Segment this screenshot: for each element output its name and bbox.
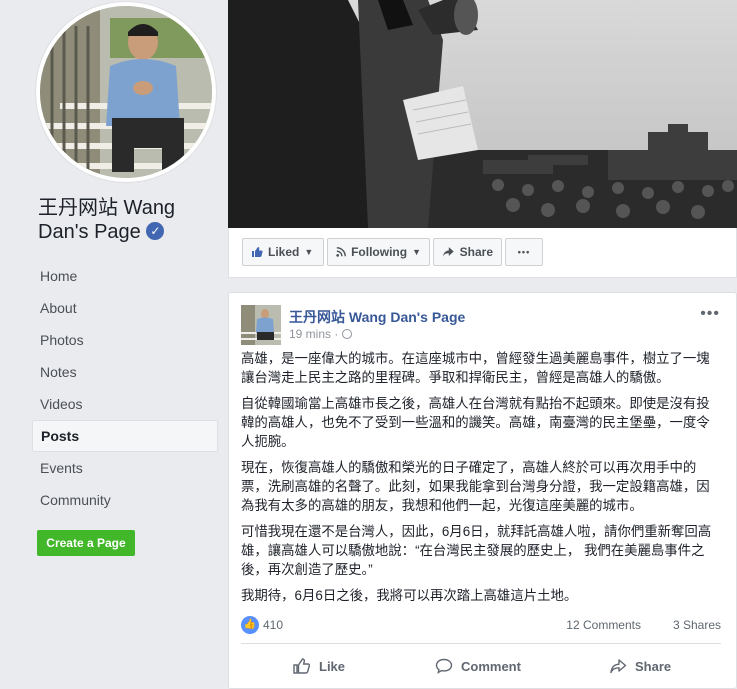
chevron-down-icon: ▼	[412, 247, 421, 257]
nav-item-photos[interactable]: Photos	[32, 324, 218, 356]
share-arrow-icon	[442, 247, 454, 257]
comment-label: Comment	[461, 658, 521, 674]
cover-image	[228, 0, 737, 228]
post-timestamp[interactable]: 19 mins ·	[289, 327, 353, 341]
avatar[interactable]	[40, 6, 212, 178]
share-arrow-icon	[610, 659, 627, 674]
post-paragraph: 自從韓國瑜當上高雄市長之後，高雄人在台灣就有點抬不起頭來。即使是沒有投韓的高雄人…	[241, 396, 710, 449]
following-button[interactable]: Following ▼	[327, 238, 430, 266]
post-paragraph: 現在，恢復高雄人的驕傲和榮光的日子確定了，高雄人終於可以再次用手中的票，洗刷高雄…	[241, 460, 710, 513]
post-author-avatar[interactable]	[241, 305, 281, 345]
rss-icon	[336, 247, 346, 257]
following-label: Following	[351, 245, 408, 259]
post-paragraph: 我期待，6月6日之後，我將可以再次踏上高雄這片土地。	[241, 588, 578, 603]
post-time-text[interactable]: 19 mins ·	[289, 327, 338, 341]
more-options-button[interactable]: •••	[505, 238, 543, 266]
share-page-button[interactable]: Share	[433, 238, 502, 266]
profile-picture[interactable]	[36, 2, 216, 182]
cover-photo[interactable]	[228, 0, 737, 228]
post-paragraph: 可惜我現在還不是台灣人，因此，6月6日，就拜託高雄人啦，請你們重新奪回高雄，讓高…	[241, 524, 712, 577]
post-card: 王丹网站 Wang Dan's Page 19 mins · ••• 高雄，是一…	[228, 292, 737, 689]
shares-count[interactable]: 3 Shares	[673, 618, 721, 632]
reaction-count[interactable]: 410	[263, 618, 283, 632]
page-title[interactable]: 王丹网站 Wang Dan's Page ✓	[38, 196, 218, 244]
comment-button[interactable]: Comment	[435, 651, 521, 681]
create-page-button[interactable]: Create a Page	[37, 530, 135, 556]
share-label: Share	[459, 245, 493, 259]
verified-badge-icon: ✓	[146, 221, 165, 240]
post-options-icon[interactable]: •••	[700, 305, 720, 323]
avatar-thumbnail	[241, 305, 281, 345]
post-body: 高雄，是一座偉大的城市。在這座城市中，曾經發生過美麗島事件，樹立了一塊讓台灣走上…	[241, 349, 721, 612]
nav-item-about[interactable]: About	[32, 292, 218, 324]
avatar-photo	[40, 6, 212, 178]
liked-button[interactable]: Liked ▼	[242, 238, 324, 266]
more-icon: •••	[517, 247, 531, 257]
chevron-down-icon: ▼	[304, 247, 314, 257]
nav-item-videos[interactable]: Videos	[32, 388, 218, 420]
post-author-name[interactable]: 王丹网站 Wang Dan's Page	[289, 307, 465, 327]
page-nav: Home About Photos Notes Videos Posts Eve…	[32, 260, 218, 516]
nav-item-events[interactable]: Events	[32, 452, 218, 484]
share-button[interactable]: Share	[609, 651, 671, 681]
nav-item-community[interactable]: Community	[32, 484, 218, 516]
divider	[241, 643, 721, 644]
comments-count[interactable]: 12 Comments	[566, 618, 641, 632]
globe-icon	[342, 329, 353, 339]
like-button[interactable]: Like	[293, 651, 345, 681]
reactions-bar: 👍 410 12 Comments 3 Shares	[241, 615, 721, 635]
post-paragraph: 高雄，是一座偉大的城市。在這座城市中，曾經發生過美麗島事件，樹立了一塊讓台灣走上…	[241, 351, 710, 385]
nav-item-home[interactable]: Home	[32, 260, 218, 292]
left-column: 王丹网站 Wang Dan's Page ✓ Home About Photos…	[0, 0, 228, 689]
liked-label: Liked	[268, 245, 300, 259]
like-reaction-icon[interactable]: 👍	[241, 616, 259, 634]
thumbs-up-icon	[293, 658, 311, 674]
nav-item-notes[interactable]: Notes	[32, 356, 218, 388]
like-label: Like	[319, 658, 346, 674]
page-action-bar: Liked ▼ Following ▼ Share •••	[228, 228, 737, 278]
share-label: Share	[635, 658, 672, 674]
comment-bubble-icon	[435, 658, 453, 674]
nav-item-posts[interactable]: Posts	[32, 420, 218, 452]
thumbs-up-icon	[252, 247, 263, 257]
